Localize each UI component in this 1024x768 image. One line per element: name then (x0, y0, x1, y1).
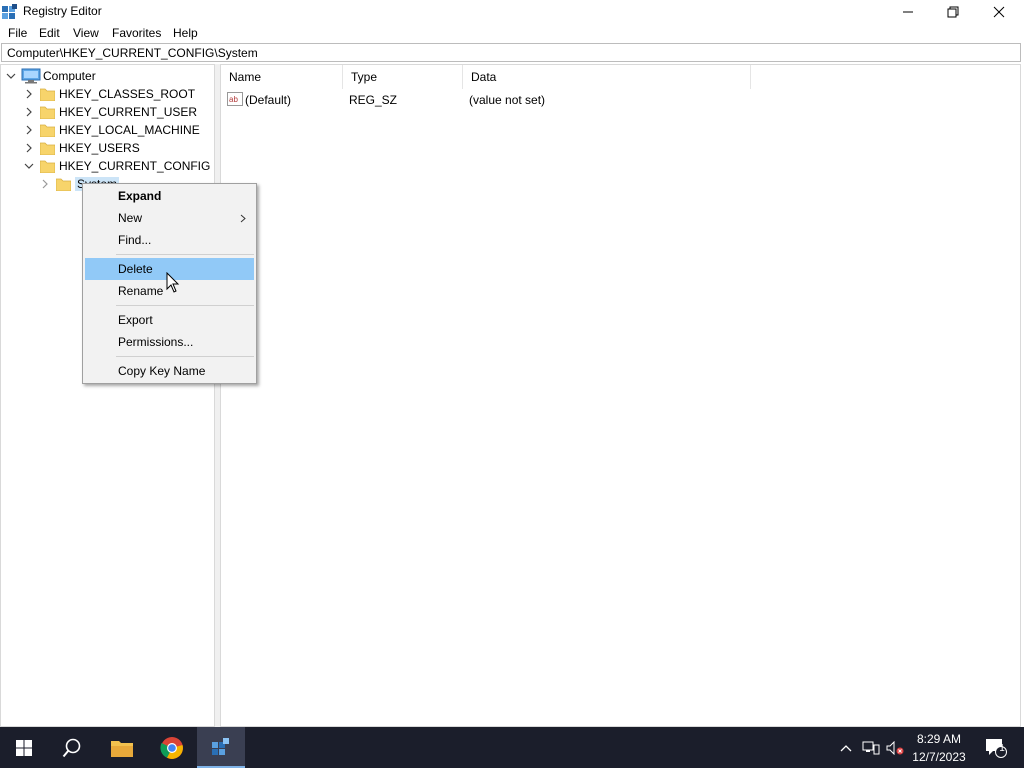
menu-item-label: Expand (118, 189, 162, 203)
folder-icon (40, 106, 55, 119)
menu-file[interactable]: File (8, 26, 27, 40)
start-button[interactable] (0, 727, 48, 768)
chevron-down-icon[interactable] (5, 70, 17, 82)
menu-item-label: Copy Key Name (118, 364, 206, 378)
folder-icon (40, 124, 55, 137)
mouse-cursor-icon (166, 272, 180, 293)
address-path: Computer\HKEY_CURRENT_CONFIG\System (7, 46, 258, 60)
restore-button[interactable] (930, 0, 976, 23)
key-tree-pane[interactable]: Computer HKEY_CLASSES_ROOT HKEY_CURRENT_… (0, 64, 215, 727)
tree-label: HKEY_LOCAL_MACHINE (59, 123, 200, 137)
value-data: (value not set) (469, 93, 546, 107)
chevron-right-icon[interactable] (23, 106, 35, 118)
chevron-up-icon (840, 744, 852, 751)
tree-label-computer: Computer (43, 69, 96, 83)
taskbar: 8:29 AM 12/7/2023 1 (0, 727, 1024, 768)
value-name: (Default) (245, 93, 292, 107)
menu-item-new[interactable]: New (85, 207, 254, 229)
minimize-button[interactable] (885, 0, 931, 23)
menu-view[interactable]: View (73, 26, 99, 40)
menu-bar: File Edit View Favorites Help (0, 23, 1024, 43)
tree-item-hkey-classes-root[interactable]: HKEY_CLASSES_ROOT (23, 85, 195, 103)
menu-edit[interactable]: Edit (39, 26, 60, 40)
menu-separator (116, 254, 254, 255)
submenu-arrow-icon (240, 214, 246, 223)
tree-label: HKEY_CURRENT_CONFIG (59, 159, 211, 173)
notification-count: 1 (999, 743, 1005, 754)
tree-label: HKEY_CURRENT_USER (59, 105, 198, 119)
menu-item-label: Export (118, 313, 153, 327)
network-button[interactable] (860, 727, 882, 768)
menu-item-label: New (118, 211, 143, 225)
chevron-right-icon[interactable] (39, 178, 51, 190)
chrome-icon (160, 736, 183, 759)
search-button[interactable] (48, 727, 96, 768)
menu-item-find[interactable]: Find... (85, 229, 254, 251)
close-button[interactable] (976, 0, 1022, 23)
tree-item-hkey-current-config[interactable]: HKEY_CURRENT_CONFIG (23, 157, 210, 175)
start-icon (16, 739, 32, 756)
show-hidden-icons-button[interactable] (836, 727, 856, 768)
menu-item-label: Rename (118, 284, 164, 298)
tree-item-hkey-users[interactable]: HKEY_USERS (23, 139, 140, 157)
menu-item-export[interactable]: Export (85, 309, 254, 331)
regedit-icon (2, 4, 17, 19)
menu-favorites[interactable]: Favorites (112, 26, 161, 40)
menu-separator (116, 356, 254, 357)
menu-item-label: Permissions... (118, 335, 194, 349)
folder-icon (40, 88, 55, 101)
menu-separator (116, 305, 254, 306)
file-explorer-icon (111, 740, 133, 757)
file-explorer-button[interactable] (98, 727, 146, 768)
chrome-button[interactable] (148, 727, 196, 768)
notifications-button[interactable]: 1 (978, 727, 1014, 768)
chevron-right-icon[interactable] (23, 88, 35, 100)
folder-icon (40, 142, 55, 155)
svg-text:ab: ab (229, 95, 238, 104)
menu-item-label: Find... (118, 233, 152, 247)
window-title: Registry Editor (23, 4, 102, 18)
volume-muted-icon (886, 740, 904, 755)
title-bar: Registry Editor (0, 0, 1024, 23)
values-list-pane[interactable]: Name Type Data ab (Default) REG_SZ (valu… (220, 64, 1021, 727)
tree-item-hkey-local-machine[interactable]: HKEY_LOCAL_MACHINE (23, 121, 200, 139)
clock-date[interactable]: 12/7/2023 (904, 750, 974, 764)
chevron-right-icon[interactable] (23, 124, 35, 136)
tree-label: HKEY_USERS (59, 141, 140, 155)
folder-icon (56, 178, 71, 191)
address-bar[interactable]: Computer\HKEY_CURRENT_CONFIG\System (1, 43, 1021, 62)
column-header-type[interactable]: Type (343, 65, 463, 89)
volume-button[interactable] (884, 727, 906, 768)
menu-help[interactable]: Help (173, 26, 198, 40)
value-type: REG_SZ (349, 93, 398, 107)
tree-label: HKEY_CLASSES_ROOT (59, 87, 196, 101)
chevron-down-icon[interactable] (23, 160, 35, 172)
computer-icon (21, 68, 41, 84)
chevron-right-icon[interactable] (23, 142, 35, 154)
menu-item-permissions[interactable]: Permissions... (85, 331, 254, 353)
menu-item-expand[interactable]: Expand (85, 185, 254, 207)
close-icon (993, 6, 1005, 17)
search-icon (62, 738, 81, 757)
menu-item-label: Delete (118, 262, 153, 276)
regedit-icon (212, 737, 229, 755)
minimize-icon (903, 11, 913, 12)
clock-time[interactable]: 8:29 AM (904, 732, 974, 746)
tree-item-hkey-current-user[interactable]: HKEY_CURRENT_USER (23, 103, 197, 121)
regedit-taskbar-button[interactable] (197, 727, 245, 768)
column-header-data[interactable]: Data (463, 65, 751, 89)
network-icon (862, 741, 880, 754)
restore-icon (947, 6, 959, 17)
column-header-name[interactable]: Name (221, 65, 343, 89)
folder-open-icon (40, 160, 55, 173)
tree-item-computer[interactable]: Computer (5, 67, 96, 85)
menu-item-copy-key-name[interactable]: Copy Key Name (85, 360, 254, 382)
string-value-icon: ab (227, 92, 243, 106)
